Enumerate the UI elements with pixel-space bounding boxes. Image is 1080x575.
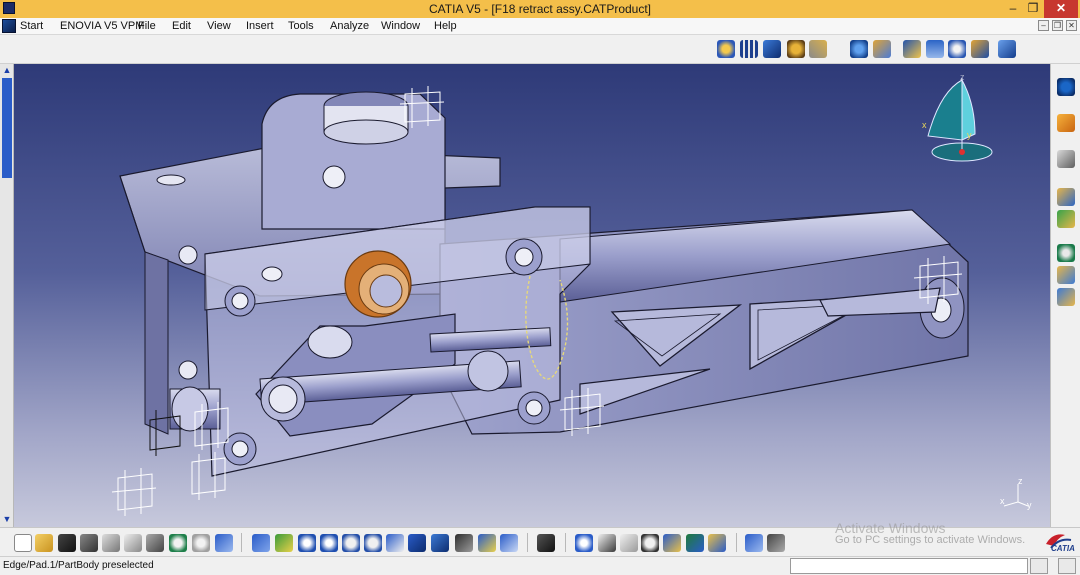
menu-help[interactable]: Help [434, 20, 457, 32]
multi-instantiation-icon[interactable] [1057, 288, 1075, 306]
zoom-in-icon[interactable] [342, 534, 360, 552]
status-search-icon[interactable] [1058, 558, 1076, 574]
doc-close-button[interactable]: ✕ [1066, 20, 1077, 31]
menu-insert[interactable]: Insert [246, 20, 274, 32]
menu-start[interactable]: Start [20, 20, 43, 32]
3d-viewport[interactable]: z x y z x y [0, 64, 1050, 527]
part-geometry[interactable] [0, 64, 1050, 527]
power-input-button[interactable] [1030, 558, 1048, 574]
menu-bar: Start ENOVIA V5 VPM File Edit View Inser… [0, 18, 1080, 35]
capture-icon[interactable] [537, 534, 555, 552]
doc-restore-button[interactable]: ❐ [1052, 20, 1063, 31]
redo-icon[interactable] [192, 534, 210, 552]
multi-view-icon[interactable] [408, 534, 426, 552]
isometric-view-icon[interactable] [431, 534, 449, 552]
open-icon[interactable] [35, 534, 53, 552]
assembly-icon[interactable] [787, 40, 805, 58]
analysis-icon[interactable] [663, 534, 681, 552]
new-part-icon[interactable] [1057, 210, 1075, 228]
power-input-field[interactable] [790, 558, 1028, 574]
menu-view[interactable]: View [207, 20, 231, 32]
scroll-down-icon[interactable]: ▼ [2, 514, 12, 524]
last-step-icon[interactable] [620, 534, 638, 552]
paste-icon[interactable] [146, 534, 164, 552]
reorder-icon[interactable] [1057, 244, 1075, 262]
toolbar-separator [527, 533, 528, 552]
annotation-icon[interactable] [708, 534, 726, 552]
sketch-grid-icon[interactable] [740, 40, 758, 58]
first-step-icon[interactable] [598, 534, 616, 552]
section-icon[interactable] [686, 534, 704, 552]
scroll-up-icon[interactable]: ▲ [2, 65, 12, 75]
print-icon[interactable] [80, 534, 98, 552]
snap-tool-icon[interactable] [767, 534, 785, 552]
catalog-browser-icon[interactable] [717, 40, 735, 58]
search-icon[interactable] [641, 534, 659, 552]
toolbar-separator [241, 533, 242, 552]
constraint-icon[interactable] [926, 40, 944, 58]
rotate-view-icon[interactable] [850, 40, 868, 58]
fit-all-in-icon[interactable] [275, 534, 293, 552]
zoom-out-icon[interactable] [364, 534, 382, 552]
fly-mode-icon[interactable] [252, 534, 270, 552]
tree-scrollbar[interactable]: ▲ ▼ [0, 64, 14, 527]
right-toolbar [1050, 64, 1080, 527]
top-toolbar [0, 35, 1080, 64]
compass-z-label: z [960, 72, 965, 82]
swap-visible-space-icon[interactable] [500, 534, 518, 552]
scroll-thumb[interactable] [2, 78, 12, 178]
status-message: Edge/Pad.1/PartBody preselected [3, 560, 154, 571]
start-menu-icon[interactable] [2, 19, 16, 33]
replace-component-icon[interactable] [1057, 266, 1075, 284]
triad-z-label: z [1018, 476, 1023, 486]
fit-all-icon[interactable] [1057, 150, 1075, 168]
move-icon[interactable] [745, 534, 763, 552]
toolbar-separator [736, 533, 737, 552]
existing-component-icon[interactable] [1057, 188, 1075, 206]
select-icon[interactable] [998, 40, 1016, 58]
select-arrow-icon[interactable] [1057, 114, 1075, 132]
bottom-toolbar: Activate Windows Go to PC settings to ac… [0, 520, 1080, 556]
compass-y-label: y [967, 130, 972, 140]
explode-icon[interactable] [948, 40, 966, 58]
toolbar-separator [565, 533, 566, 552]
doc-minimize-button[interactable]: – [1038, 20, 1049, 31]
menu-window[interactable]: Window [381, 20, 420, 32]
normal-view-icon[interactable] [386, 534, 404, 552]
hide-show-icon[interactable] [478, 534, 496, 552]
menu-edit[interactable]: Edit [172, 20, 191, 32]
menu-tools[interactable]: Tools [288, 20, 314, 32]
snap-icon[interactable] [903, 40, 921, 58]
copy-icon[interactable] [124, 534, 142, 552]
save-icon[interactable] [58, 534, 76, 552]
menu-file[interactable]: File [138, 20, 156, 32]
catia-logo-text: CATIA [1051, 544, 1075, 553]
maximize-button[interactable]: ❐ [1020, 0, 1046, 18]
manipulate-icon[interactable] [873, 40, 891, 58]
close-button[interactable]: ✕ [1044, 0, 1078, 18]
menu-analyze[interactable]: Analyze [330, 20, 369, 32]
rotate-icon[interactable] [320, 534, 338, 552]
shading-icon[interactable] [455, 534, 473, 552]
compass [927, 78, 993, 162]
clash-icon[interactable] [971, 40, 989, 58]
measure-icon[interactable] [575, 534, 593, 552]
title-bar: CATIA V5 - [F18 retract assy.CATProduct]… [0, 0, 1080, 18]
undo-icon[interactable] [169, 534, 187, 552]
triad-y-label: y [1027, 500, 1032, 510]
pan-icon[interactable] [298, 534, 316, 552]
product-icon[interactable] [763, 40, 781, 58]
compass-x-label: x [922, 120, 927, 130]
catia-logo: CATIA [1043, 530, 1077, 554]
tools-icon[interactable] [809, 40, 827, 58]
menu-enovia[interactable]: ENOVIA V5 VPM [60, 20, 144, 32]
status-bar: Edge/Pad.1/PartBody preselected [0, 556, 1080, 575]
window-title: CATIA V5 - [F18 retract assy.CATProduct] [428, 2, 652, 16]
activate-windows-text: Go to PC settings to activate Windows. [835, 534, 1026, 546]
triad-x-label: x [1000, 496, 1005, 506]
cut-icon[interactable] [102, 534, 120, 552]
new-icon[interactable] [14, 534, 32, 552]
whats-this-icon[interactable] [215, 534, 233, 552]
workbench-icon[interactable] [1057, 78, 1075, 96]
